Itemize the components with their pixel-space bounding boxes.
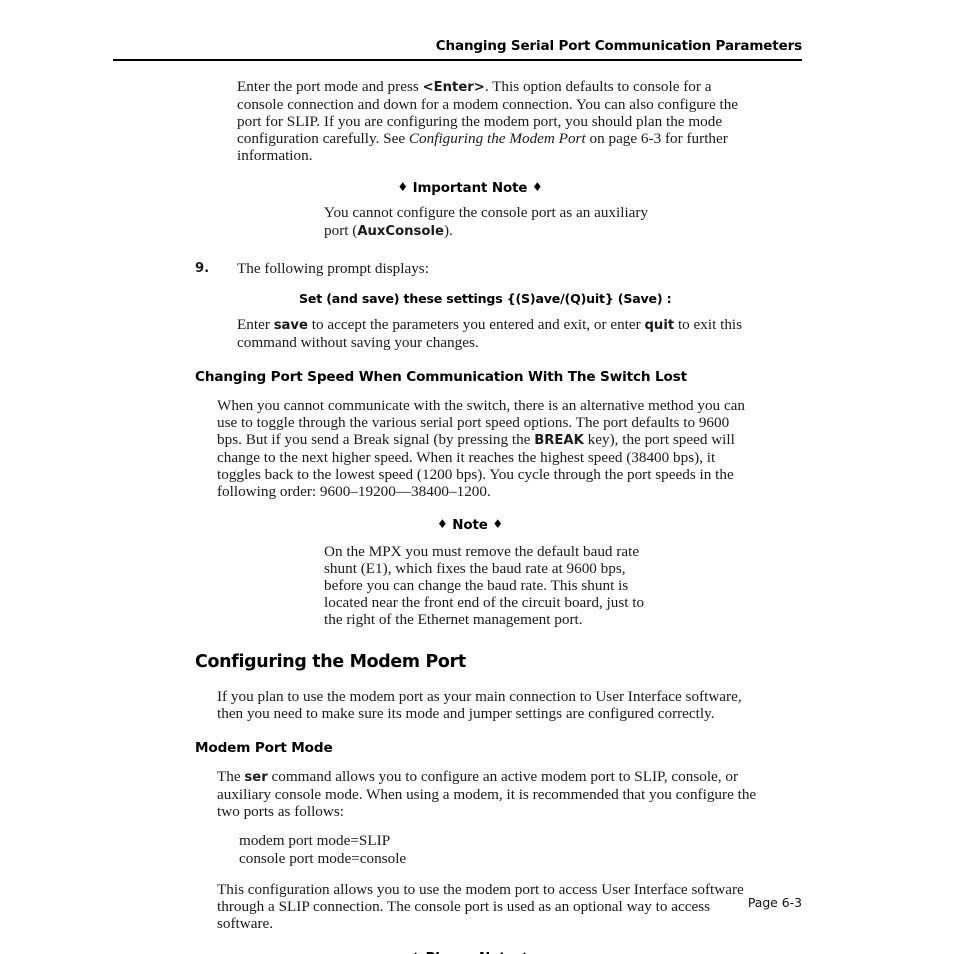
diamond-icon-right: ♦ (519, 950, 530, 954)
enter-key-label: <Enter> (422, 80, 485, 95)
quit-command-literal: quit (644, 317, 675, 333)
page-footer: Page 6-3 (747, 895, 802, 910)
modem-mode-text-b: command allows you to configure an activ… (217, 768, 757, 821)
save-command-literal: save (273, 317, 308, 333)
mpx-note-title: ♦ Note ♦ (120, 517, 820, 533)
heading-modem-port-mode: Modem Port Mode (195, 740, 333, 757)
intro-paragraph: Enter the port mode and press <Enter>. T… (237, 78, 755, 164)
important-note-body: You cannot configure the console port as… (324, 204, 654, 239)
header-rule (113, 59, 802, 61)
step-number: 9. (195, 260, 210, 276)
important-note-text-b: ). (443, 221, 453, 239)
diamond-icon-left: ♦ (410, 950, 421, 954)
modem-mode-text-a: The (217, 768, 245, 786)
modem-port-mode-paragraph: The ser command allows you to configure … (217, 768, 757, 820)
cross-reference-title: Configuring the Modem Port (408, 130, 586, 148)
diamond-icon-right: ♦ (492, 516, 503, 531)
followup-text-a: Enter (237, 315, 274, 333)
important-note-label: Important Note (412, 181, 528, 197)
mpx-note-label: Note (452, 517, 488, 533)
auxconsole-literal: AuxConsole (357, 223, 444, 239)
please-note-title: ♦ Please Note ♦ (120, 950, 820, 954)
heading-changing-port-speed: Changing Port Speed When Communication W… (195, 368, 687, 385)
diamond-icon-left: ♦ (397, 180, 408, 195)
modem-port-paragraph: If you plan to use the modem port as you… (217, 687, 742, 723)
cli-prompt-line: Set (and save) these settings {(S)ave/(Q… (299, 290, 672, 306)
mpx-note-body: On the MPX you must remove the default b… (324, 542, 645, 628)
step9-followup-paragraph: Enter save to accept the parameters you … (237, 316, 755, 351)
page-content: Enter the port mode and press <Enter>. T… (0, 78, 954, 954)
numbered-step-9: 9. The following prompt displays: (195, 260, 755, 277)
port-speed-paragraph: When you cannot communicate with the swi… (217, 397, 757, 501)
step-text: The following prompt displays: (237, 259, 429, 277)
running-header-title: Changing Serial Port Communication Param… (435, 38, 802, 54)
important-note-title: ♦ Important Note ♦ (120, 180, 820, 196)
document-page: Changing Serial Port Communication Param… (0, 0, 954, 954)
config-line-modem-slip: modem port mode=SLIP (239, 832, 391, 850)
heading-configuring-modem-port: Configuring the Modem Port (195, 651, 466, 672)
intro-text-a: Enter the port mode and press (237, 78, 423, 95)
ser-command-literal: ser (244, 770, 268, 786)
diamond-icon-right: ♦ (531, 180, 543, 195)
config-line-console-console: console port mode=console (239, 849, 407, 867)
break-key-label: BREAK (534, 433, 584, 449)
followup-text-b: to accept the parameters you entered and… (307, 315, 645, 333)
diamond-icon-left: ♦ (437, 516, 448, 531)
